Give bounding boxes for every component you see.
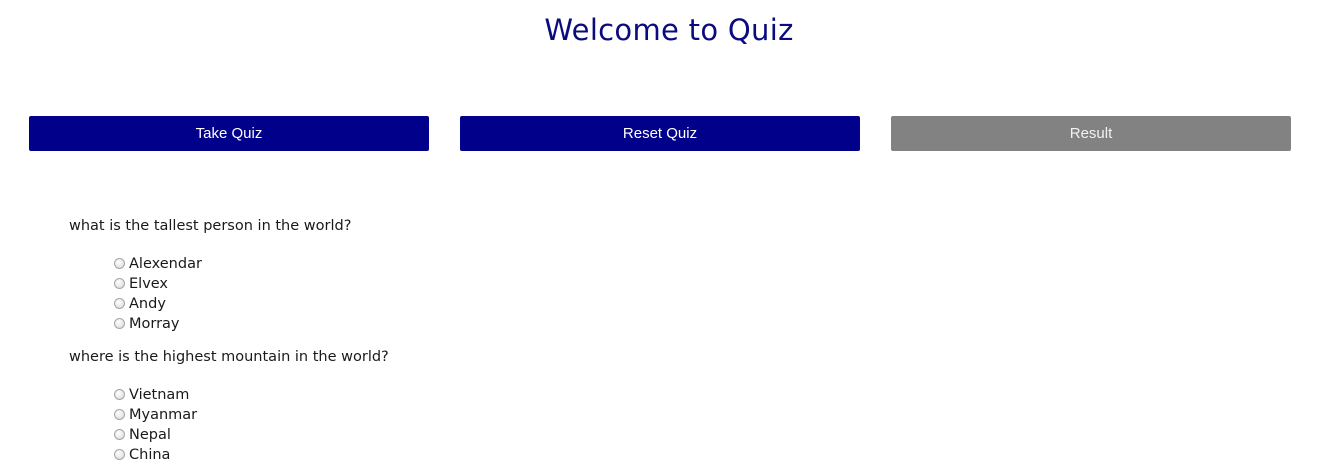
option-label: Alexendar: [129, 256, 202, 272]
radio-button[interactable]: [114, 317, 125, 329]
radio-button[interactable]: [114, 408, 125, 420]
option-elvex[interactable]: Elvex: [113, 274, 202, 294]
radio-button[interactable]: [114, 448, 125, 460]
question-1-options: Alexendar Elvex Andy Morray: [113, 254, 202, 334]
option-nepal[interactable]: Nepal: [113, 425, 197, 445]
option-morray[interactable]: Morray: [113, 314, 202, 334]
take-quiz-button[interactable]: Take Quiz: [29, 116, 429, 151]
option-label: Morray: [129, 316, 180, 332]
option-alexendar[interactable]: Alexendar: [113, 254, 202, 274]
option-label: Vietnam: [129, 387, 190, 403]
option-label: China: [129, 447, 171, 463]
radio-button[interactable]: [114, 428, 125, 440]
result-button[interactable]: Result: [891, 116, 1291, 151]
radio-button[interactable]: [114, 257, 125, 269]
option-vietnam[interactable]: Vietnam: [113, 385, 197, 405]
option-myanmar[interactable]: Myanmar: [113, 405, 197, 425]
question-1-text: what is the tallest person in the world?: [69, 218, 352, 234]
reset-quiz-button[interactable]: Reset Quiz: [460, 116, 860, 151]
option-label: Andy: [129, 296, 166, 312]
question-2-text: where is the highest mountain in the wor…: [69, 349, 389, 365]
option-andy[interactable]: Andy: [113, 294, 202, 314]
option-china[interactable]: China: [113, 445, 197, 465]
question-2-options: Vietnam Myanmar Nepal China: [113, 385, 197, 465]
radio-button[interactable]: [114, 388, 125, 400]
option-label: Myanmar: [129, 407, 198, 423]
option-label: Nepal: [129, 427, 171, 443]
option-label: Elvex: [129, 276, 169, 292]
radio-button[interactable]: [114, 277, 125, 289]
page-title: Welcome to Quiz: [544, 13, 794, 47]
radio-button[interactable]: [114, 297, 125, 309]
